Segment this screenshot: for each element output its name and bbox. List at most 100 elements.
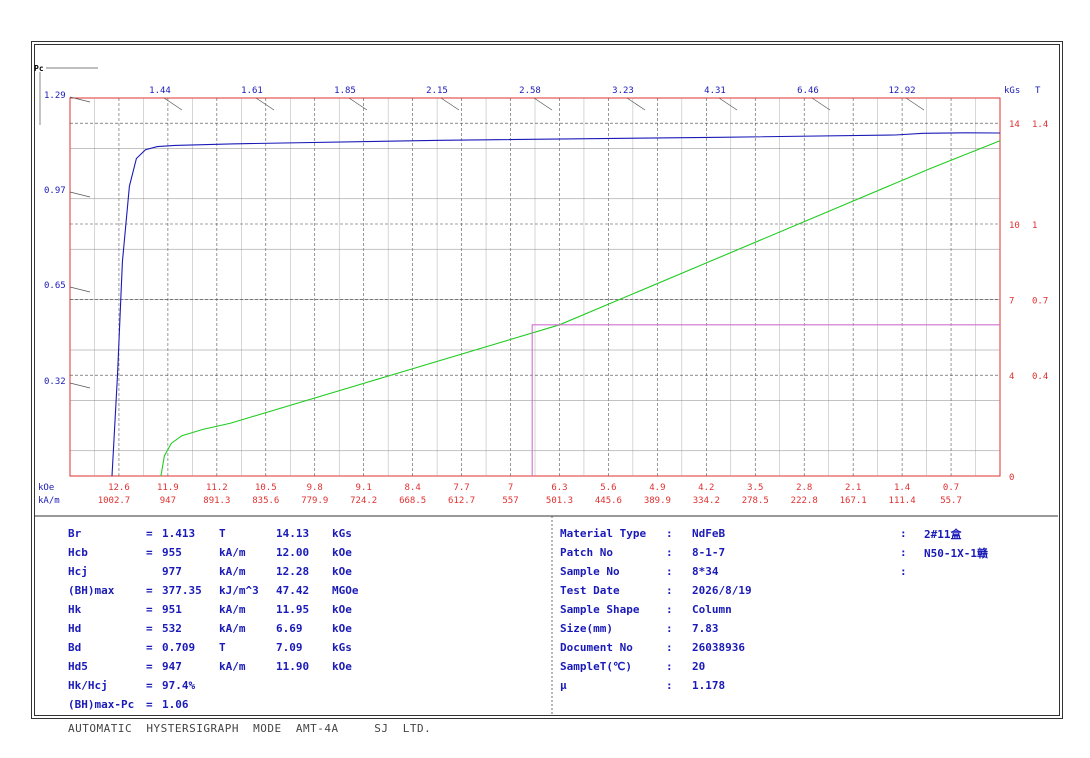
koe-tick-label: 6.3 bbox=[551, 483, 567, 493]
sample-value: NdFeB bbox=[692, 527, 726, 540]
sample-row: Test Date: 2026/8/19 bbox=[560, 581, 802, 600]
param-value-cgs: 11.95 bbox=[276, 603, 310, 616]
sample-label: Sample Shape bbox=[560, 603, 640, 616]
sample-colon: : bbox=[666, 660, 673, 673]
koe-tick-label: 7.7 bbox=[453, 483, 469, 493]
right-kgs-tick-label: 4 bbox=[1009, 372, 1014, 382]
param-row: Hd5 = 947 kA/m 11.90 kOe bbox=[68, 657, 382, 676]
param-row: Hd = 532 kA/m 6.69 kOe bbox=[68, 619, 382, 638]
kam-tick-label: 501.3 bbox=[546, 496, 573, 506]
pc-diagonal-line bbox=[440, 97, 460, 111]
footer-text: AUTOMATIC HYSTERSIGRAPH MODE AMT-4A SJ L… bbox=[68, 722, 432, 735]
param-unit-si: T bbox=[219, 641, 226, 654]
pc-left-tick-mark bbox=[69, 191, 91, 198]
param-unit-cgs: kOe bbox=[332, 622, 352, 635]
param-value-si: 1.413 bbox=[162, 527, 196, 540]
kam-tick-label: 111.4 bbox=[889, 496, 916, 506]
sample-label: Size(mm) bbox=[560, 622, 613, 635]
right-t-tick-label: 0.4 bbox=[1032, 372, 1048, 382]
sample-colon: : bbox=[666, 641, 673, 654]
sample-value: 26038936 bbox=[692, 641, 745, 654]
extra-value: 2#11盒 bbox=[924, 527, 962, 541]
koe-tick-label: 8.4 bbox=[404, 483, 420, 493]
sample-row: Patch No: 8-1-7 bbox=[560, 543, 802, 562]
koe-tick-label: 11.9 bbox=[157, 483, 179, 493]
kam-tick-label: 222.8 bbox=[791, 496, 818, 506]
sample-colon: : bbox=[666, 565, 673, 578]
kam-tick-label: 445.6 bbox=[595, 496, 622, 506]
param-row: Hcj 977 kA/m 12.28 kOe bbox=[68, 562, 382, 581]
param-value-cgs: 6.69 bbox=[276, 622, 303, 635]
param-unit-cgs: kOe bbox=[332, 546, 352, 559]
koe-axis-label: kOe bbox=[38, 483, 54, 493]
sample-info-table: Material Type: NdFeB Patch No: 8-1-7 Sample … bbox=[560, 524, 802, 695]
param-unit-si: kA/m bbox=[219, 546, 246, 559]
param-value-cgs bbox=[276, 695, 332, 714]
kam-tick-label: 334.2 bbox=[693, 496, 720, 506]
sample-value: 8-1-7 bbox=[692, 546, 726, 559]
pc-axis-label: Pc bbox=[34, 64, 44, 73]
param-row: (BH)max = 377.35 kJ/m^3 47.42 MGOe bbox=[68, 581, 382, 600]
unit-kgs-label: kGs bbox=[1004, 86, 1020, 96]
param-unit-cgs: kGs bbox=[332, 527, 352, 540]
koe-tick-label: 9.8 bbox=[307, 483, 323, 493]
param-equals: = bbox=[146, 622, 153, 635]
sample-label: Document No bbox=[560, 641, 633, 654]
param-equals: = bbox=[146, 679, 153, 692]
param-value-si: 947 bbox=[162, 660, 182, 673]
pc-diagonal-line bbox=[163, 97, 183, 111]
param-row: Bd = 0.709 T 7.09 kGs bbox=[68, 638, 382, 657]
sample-colon: : bbox=[666, 679, 673, 692]
param-equals: = bbox=[146, 698, 153, 711]
sample-label: SampleT(℃) bbox=[560, 660, 632, 673]
sample-colon: : bbox=[666, 622, 673, 635]
koe-tick-label: 1.4 bbox=[894, 483, 910, 493]
sample-row: Document No: 26038936 bbox=[560, 638, 802, 657]
param-row: Hk = 951 kA/m 11.95 kOe bbox=[68, 600, 382, 619]
sample-value: 1.178 bbox=[692, 679, 726, 692]
param-name: Hd bbox=[68, 622, 82, 635]
param-value-si: 951 bbox=[162, 603, 182, 616]
param-value-si: 377.35 bbox=[162, 584, 202, 597]
koe-tick-label: 5.6 bbox=[600, 483, 616, 493]
sample-label: Patch No bbox=[560, 546, 613, 559]
sample-label: Material Type bbox=[560, 527, 647, 540]
param-unit-cgs: kGs bbox=[332, 641, 352, 654]
param-name: Br bbox=[68, 527, 82, 540]
extra-row: : bbox=[900, 562, 1034, 581]
pc-diagonal-line bbox=[718, 97, 738, 111]
param-name: Bd bbox=[68, 641, 82, 654]
pc-diagonal-line bbox=[905, 97, 925, 111]
koe-tick-label: 12.6 bbox=[108, 483, 130, 493]
extra-colon: : bbox=[900, 527, 907, 540]
param-row: Hcb = 955 kA/m 12.00 kOe bbox=[68, 543, 382, 562]
unit-t-label: T bbox=[1035, 86, 1041, 96]
right-t-tick-label: 0.7 bbox=[1032, 297, 1048, 307]
koe-tick-label: 11.2 bbox=[206, 483, 228, 493]
pc-left-tick-mark bbox=[69, 382, 91, 389]
kam-tick-label: 557 bbox=[502, 496, 518, 506]
extra-row: : N50-1X-1赣 bbox=[900, 543, 1034, 562]
param-row: Hk/Hcj = 97.4% bbox=[68, 676, 382, 695]
param-value-si: 532 bbox=[162, 622, 182, 635]
kam-tick-label: 612.7 bbox=[448, 496, 475, 506]
extra-row: : 2#11盒 bbox=[900, 524, 1034, 543]
param-name: Hd5 bbox=[68, 660, 88, 673]
kam-tick-label: 779.9 bbox=[301, 496, 328, 506]
pc-diagonal-line bbox=[255, 97, 275, 111]
kam-tick-label: 835.6 bbox=[252, 496, 279, 506]
param-unit-si: kA/m bbox=[219, 565, 246, 578]
kam-tick-label: 389.9 bbox=[644, 496, 671, 506]
sample-value: 2026/8/19 bbox=[692, 584, 752, 597]
sample-row: Size(mm): 7.83 bbox=[560, 619, 802, 638]
pc-left-tick-label: 0.32 bbox=[44, 377, 66, 387]
koe-tick-label: 4.9 bbox=[649, 483, 665, 493]
right-t-tick-label: 1 bbox=[1032, 221, 1037, 231]
param-unit-si bbox=[219, 676, 276, 695]
param-name: Hcb bbox=[68, 546, 88, 559]
param-unit-cgs: kOe bbox=[332, 660, 352, 673]
param-unit-cgs: MGOe bbox=[332, 584, 359, 597]
pc-diagonal-line bbox=[348, 97, 368, 111]
param-unit-si: T bbox=[219, 527, 226, 540]
param-value-cgs: 12.28 bbox=[276, 565, 310, 578]
